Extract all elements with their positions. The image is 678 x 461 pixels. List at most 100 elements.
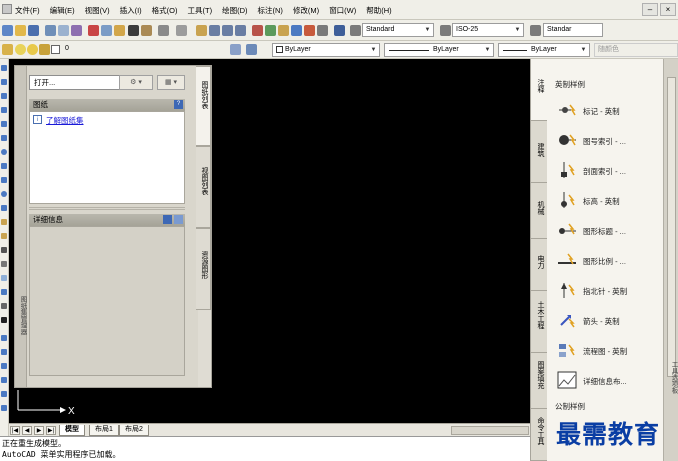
tab-architectural[interactable]: 建筑	[531, 121, 547, 183]
tab-mechanical[interactable]: 机械	[531, 183, 547, 239]
tab-model[interactable]: 模型	[59, 425, 85, 436]
rectangle-icon[interactable]	[1, 121, 7, 127]
splitter[interactable]	[29, 207, 185, 210]
ellipse-arc-icon[interactable]	[1, 205, 7, 211]
tool-item-arrow[interactable]: 箭头 - 英制	[547, 307, 663, 333]
layer-previous-icon[interactable]	[246, 44, 257, 55]
menu-tools[interactable]: 工具(T)	[183, 5, 218, 16]
tab-sheet-list[interactable]: 图纸列表	[196, 66, 211, 146]
lineweight-select[interactable]: ByLayer ▼	[498, 43, 590, 57]
table-style-icon[interactable]	[530, 25, 541, 36]
tab-annotation[interactable]: 注释	[531, 59, 547, 121]
tool-item-north-arrow[interactable]: 指北针 - 英制	[547, 277, 663, 303]
layer-on-icon[interactable]	[15, 44, 26, 55]
horizontal-scrollbar[interactable]	[451, 426, 529, 435]
markup-icon[interactable]	[304, 25, 315, 36]
erase-icon[interactable]	[1, 335, 7, 341]
polyline-icon[interactable]	[1, 93, 7, 99]
first-tab-button[interactable]: |◀	[10, 426, 20, 435]
mtext-icon[interactable]	[1, 317, 7, 323]
layer-select[interactable]: 0	[62, 43, 224, 57]
menu-modify[interactable]: 修改(M)	[288, 5, 324, 16]
tab-layout2[interactable]: 布局2	[119, 425, 149, 436]
tab-hatch[interactable]: 图案填充	[531, 353, 547, 409]
point-icon[interactable]	[1, 247, 7, 253]
tool-item-drawing-index[interactable]: 图号索引 - ...	[547, 127, 663, 153]
scroll-thumb[interactable]	[667, 77, 676, 377]
last-tab-button[interactable]: ▶|	[46, 426, 56, 435]
tab-civil[interactable]: 土木工程	[531, 291, 547, 353]
drawings-section-header[interactable]: 图纸 ?	[29, 99, 185, 111]
menu-help[interactable]: 帮助(H)	[361, 5, 396, 16]
menu-file[interactable]: 文件(F)	[10, 5, 45, 16]
hatch-icon[interactable]	[1, 261, 7, 267]
tab-electrical[interactable]: 电力	[531, 239, 547, 291]
menu-format[interactable]: 格式(O)	[147, 5, 183, 16]
quickcalc-icon[interactable]	[317, 25, 328, 36]
polygon-icon[interactable]	[1, 107, 7, 113]
circle-icon[interactable]	[1, 149, 7, 155]
dim-style-icon[interactable]	[440, 25, 451, 36]
block-editor-icon[interactable]	[141, 25, 152, 36]
plot-icon[interactable]	[45, 25, 56, 36]
open-icon[interactable]	[15, 25, 26, 36]
tool-item-drawing-scale[interactable]: 图形比例 - ...	[547, 247, 663, 273]
copy-object-icon[interactable]	[1, 349, 7, 355]
linetype-select[interactable]: ByLayer ▼	[384, 43, 494, 57]
help-icon[interactable]	[334, 25, 345, 36]
sheet-set-icon[interactable]	[291, 25, 302, 36]
arc-icon[interactable]	[1, 135, 7, 141]
design-center-icon[interactable]	[265, 25, 276, 36]
sheet-set-titlebar[interactable]: 图纸集管理器	[15, 66, 27, 387]
zoom-window-icon[interactable]	[222, 25, 233, 36]
zoom-realtime-icon[interactable]	[209, 25, 220, 36]
menu-draw[interactable]: 绘图(D)	[217, 5, 252, 16]
tool-item-drawing-title[interactable]: 图形标题 - ...	[547, 217, 663, 243]
tool-item-flowchart[interactable]: 流程图 - 英制	[547, 337, 663, 363]
gradient-icon[interactable]	[1, 275, 7, 281]
tool-item-section-index[interactable]: 剖面索引 - ...	[547, 157, 663, 183]
next-tab-button[interactable]: ▶	[34, 426, 44, 435]
color-select[interactable]: ByLayer ▼	[272, 43, 380, 57]
preview-view-icon[interactable]	[174, 215, 183, 224]
dim-style-select[interactable]: ISO-25 ▼	[452, 23, 524, 37]
sheet-tools-button[interactable]: ⚙ ▾	[119, 75, 153, 90]
menu-edit[interactable]: 编辑(E)	[45, 5, 80, 16]
redo-icon[interactable]	[176, 25, 187, 36]
ellipse-icon[interactable]	[1, 191, 7, 197]
layer-lock-icon[interactable]	[39, 44, 50, 55]
new-icon[interactable]	[2, 25, 13, 36]
line-icon[interactable]	[1, 65, 7, 71]
properties-icon[interactable]	[252, 25, 263, 36]
help-icon[interactable]: ?	[174, 100, 183, 109]
region-icon[interactable]	[1, 289, 7, 295]
menu-window[interactable]: 窗口(W)	[324, 5, 361, 16]
table-style-select[interactable]: Standar	[543, 23, 603, 37]
sheet-view-button[interactable]: ▦ ▾	[157, 75, 185, 90]
learn-sheet-set-link[interactable]: 了解图纸集	[46, 115, 84, 126]
pan-icon[interactable]	[196, 25, 207, 36]
text-style-select[interactable]: Standard ▼	[362, 23, 434, 37]
text-style-icon[interactable]	[350, 25, 361, 36]
tool-item-elevation[interactable]: 标高 - 英制	[547, 187, 663, 213]
cut-icon[interactable]	[88, 25, 99, 36]
open-sheet-set-select[interactable]: 打开... ▼	[29, 75, 127, 90]
tool-item-detail-layout[interactable]: 详细信息布...	[547, 367, 663, 393]
array-icon[interactable]	[1, 391, 7, 397]
offset-icon[interactable]	[1, 377, 7, 383]
zoom-previous-icon[interactable]	[235, 25, 246, 36]
tab-command-tools[interactable]: 命令工具	[531, 409, 547, 461]
details-view-icon[interactable]	[163, 215, 172, 224]
make-current-icon[interactable]	[230, 44, 241, 55]
revision-cloud-icon[interactable]	[1, 163, 7, 169]
details-section-header[interactable]: 详细信息	[29, 214, 185, 226]
layer-freeze-icon[interactable]	[27, 44, 38, 55]
menu-dimension[interactable]: 标注(N)	[253, 5, 288, 16]
table-icon[interactable]	[1, 303, 7, 309]
paste-icon[interactable]	[114, 25, 125, 36]
tab-view-list[interactable]: 视图列表	[196, 146, 211, 228]
publish-icon[interactable]	[71, 25, 82, 36]
insert-block-icon[interactable]	[1, 219, 7, 225]
move-icon[interactable]	[1, 405, 7, 411]
prev-tab-button[interactable]: ◀	[22, 426, 32, 435]
